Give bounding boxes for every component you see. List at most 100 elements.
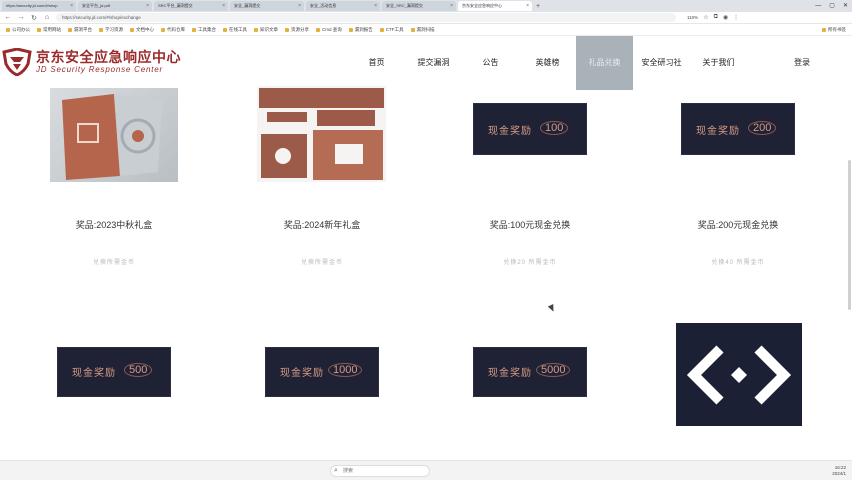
bookmark-item[interactable]: CTF工具 (379, 27, 404, 33)
browser-tab[interactable]: SRC平台_漏洞提交 × (154, 1, 228, 11)
gift-name: 奖品:200元现金兑换 (697, 220, 779, 230)
gift-image-cash-5000[interactable]: 现金奖励 5000 (473, 347, 587, 397)
folder-icon (68, 27, 72, 32)
bookmark-label: 工具集合 (198, 26, 216, 32)
extensions-icon[interactable]: ⧉ (714, 14, 718, 21)
bookmark-label: 学习资源 (105, 26, 123, 32)
bookmark-label: 漏洞报告 (354, 26, 373, 32)
close-tab-icon[interactable]: × (70, 1, 73, 11)
close-tab-icon[interactable]: × (374, 1, 377, 11)
forward-icon[interactable]: → (17, 14, 25, 21)
page-scrollbar[interactable] (848, 160, 851, 310)
all-bookmarks[interactable]: 所有书签 (822, 27, 846, 33)
minimize-icon[interactable]: — (815, 0, 821, 12)
mouse-cursor-icon (547, 304, 557, 313)
bookmark-item[interactable]: 知识文章 (254, 27, 278, 33)
folder-icon (223, 27, 227, 32)
bookmark-label: 在线工具 (229, 26, 247, 32)
menu-icon[interactable]: ⋮ (733, 14, 739, 21)
bookmark-item[interactable]: 代码仓库 (161, 27, 185, 33)
nav-submit-vuln[interactable]: 提交漏洞 (405, 36, 462, 90)
close-tab-icon[interactable]: × (298, 1, 301, 11)
cash-card-amount: 500 (124, 363, 153, 377)
system-tray-clock[interactable]: 16:22 2024/1 (832, 465, 846, 477)
bookmark-item[interactable]: 公司办公 (6, 27, 30, 33)
bookmark-label: 所有书签 (828, 26, 846, 32)
cash-card-amount: 5000 (536, 363, 571, 377)
close-tab-icon[interactable]: × (146, 1, 149, 11)
browser-tab-active[interactable]: 京东安全应急响应中心 × (458, 1, 532, 11)
bookmark-label: Cmd 查询 (322, 26, 342, 32)
reload-icon[interactable]: ↻ (30, 14, 38, 22)
star-icon[interactable]: ☆ (703, 14, 708, 21)
gift-image-cash-1000[interactable]: 现金奖励 1000 (265, 347, 379, 397)
home-icon[interactable]: ⌂ (43, 14, 51, 21)
browser-tab[interactable]: 安全_SRC_漏洞提交 × (382, 1, 456, 11)
login-link[interactable]: 登录 (794, 36, 810, 90)
gift-image-cash-100[interactable]: 现金奖励 100 (473, 103, 587, 155)
bookmark-item[interactable]: 在线工具 (223, 27, 247, 33)
gift-image-2023-mooncake-box[interactable] (50, 88, 178, 182)
gift-image-2024-newyear-box[interactable] (257, 86, 386, 182)
bookmark-item[interactable]: 文档中心 (130, 27, 154, 33)
address-bar[interactable]: https://security.jd.com/#/shop/exchange (56, 13, 676, 22)
bookmark-item[interactable]: 常用网站 (37, 27, 61, 33)
folder-icon (99, 27, 103, 32)
jd-security-logo-icon (686, 345, 792, 405)
folder-icon (130, 27, 134, 32)
bookmark-item[interactable]: Cmd 查询 (316, 27, 342, 33)
nav-security-academy[interactable]: 安全研习社 (633, 36, 690, 90)
gift-box-illustration (62, 94, 162, 180)
browser-tab[interactable]: 安全平台_jd.pdf × (78, 1, 152, 11)
tab-title: 安全_SRC_漏洞提交 (386, 3, 423, 8)
folder-icon (379, 27, 384, 32)
bookmark-item[interactable]: 漏洞平台 (68, 27, 92, 33)
folder-icon (410, 27, 415, 32)
bookmark-item[interactable]: 资源分享 (285, 27, 309, 33)
folder-icon (192, 27, 196, 32)
close-window-icon[interactable]: ✕ (843, 0, 848, 12)
close-tab-icon[interactable]: × (526, 1, 529, 11)
cash-card-text: 现金奖励 (696, 126, 740, 137)
nav-home[interactable]: 首页 (348, 36, 405, 90)
nav-gift-exchange[interactable]: 礼品兑换 (576, 36, 633, 90)
maximize-icon[interactable]: ▢ (829, 0, 835, 12)
gift-cost: 兑换所需金币 (300, 260, 343, 266)
browser-tab[interactable]: 安全_活动信息 × (306, 1, 380, 11)
bookmark-item[interactable]: 工具集合 (192, 27, 216, 33)
profile-icon[interactable]: ◉ (723, 14, 728, 21)
gift-cost: 兑换40 所需金币 (711, 260, 765, 266)
bookmark-item[interactable]: 学习资源 (99, 27, 123, 33)
bookmark-label: 漏洞扫描 (416, 26, 435, 32)
folder-icon (254, 27, 258, 32)
browser-tab[interactable]: 安全_漏洞提交 × (230, 1, 304, 11)
tab-title: 安全平台_jd.pdf (82, 3, 111, 8)
bookmarks-bar: 公司办公 常用网站 漏洞平台 学习资源 文档中心 代码仓库 工具集合 在线工具 … (0, 24, 852, 36)
close-tab-icon[interactable]: × (450, 1, 453, 11)
nav-about[interactable]: 关于我们 (690, 36, 747, 90)
folder-icon (161, 27, 165, 32)
tab-title: https://security.jd.com/#/shop (6, 3, 58, 8)
taskbar-search[interactable]: 搜索 (330, 465, 430, 477)
close-tab-icon[interactable]: × (222, 1, 225, 11)
new-tab-button[interactable]: + (536, 3, 540, 10)
site-logo[interactable]: 京东安全应急响应中心 JD Security Response Center (2, 48, 181, 76)
nav-leaderboard[interactable]: 英雄榜 (519, 36, 576, 90)
gift-image-jd-security-logo[interactable] (676, 323, 802, 426)
bookmark-label: 公司办公 (12, 26, 30, 32)
gift-image-cash-500[interactable]: 现金奖励 500 (57, 347, 171, 397)
folder-icon (285, 27, 289, 32)
cash-card-text: 现金奖励 (488, 368, 532, 379)
tab-title: 安全_活动信息 (310, 3, 337, 8)
back-icon[interactable]: ← (4, 14, 12, 21)
nav-announcements[interactable]: 公告 (462, 36, 519, 90)
cash-card-amount: 1000 (328, 363, 363, 377)
browser-tabstrip: https://security.jd.com/#/shop × 安全平台_jd.… (0, 0, 852, 12)
bookmark-item[interactable]: 漏洞扫描 (410, 26, 435, 33)
gift-image-cash-200[interactable]: 现金奖励 200 (681, 103, 795, 155)
browser-tab[interactable]: https://security.jd.com/#/shop × (2, 1, 76, 11)
bookmark-item[interactable]: 漏洞报告 (348, 26, 373, 33)
os-taskbar: 搜索 16:22 2024/1 (0, 460, 852, 480)
zoom-level[interactable]: 110% (687, 15, 698, 20)
bookmark-label: 文档中心 (136, 26, 154, 32)
